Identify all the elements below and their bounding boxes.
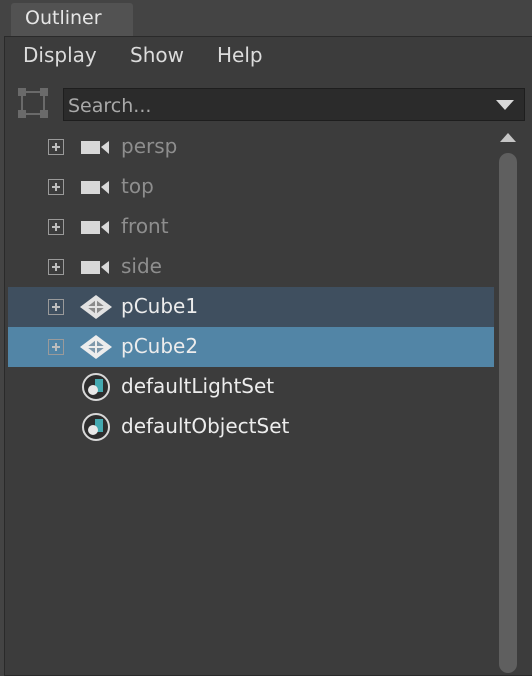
tree-row-front[interactable]: front (8, 207, 494, 247)
tree-row-pcube1[interactable]: pCube1 (8, 287, 494, 327)
mesh-icon (80, 335, 112, 359)
tree-label: defaultObjectSet (121, 414, 290, 438)
tree-row-top[interactable]: top (8, 167, 494, 207)
filter-icon[interactable] (17, 87, 49, 119)
set-icon (82, 413, 110, 441)
search-dropdown-icon[interactable] (496, 100, 514, 110)
tree-row-pcube2[interactable]: pCube2 (8, 327, 494, 367)
set-icon (82, 373, 110, 401)
expand-icon[interactable] (48, 179, 64, 195)
tree-label: defaultLightSet (121, 374, 275, 398)
outliner-panel: Display Show Help persp top (4, 36, 532, 676)
camera-icon (81, 141, 109, 154)
tab-outliner[interactable]: Outliner (11, 3, 133, 36)
search-box (63, 88, 525, 122)
camera-icon (81, 221, 109, 234)
tree-label: pCube1 (121, 294, 199, 318)
scroll-thumb[interactable] (499, 153, 517, 673)
tree-label: pCube2 (121, 334, 199, 358)
tree-row-persp[interactable]: persp (8, 127, 494, 167)
tree-label: front (121, 214, 169, 238)
tree-label: persp (121, 134, 178, 158)
menu-help[interactable]: Help (217, 43, 263, 67)
scroll-up-icon[interactable] (500, 133, 516, 142)
outliner-tree: persp top front side pCube1 pCube2 defau… (8, 127, 494, 447)
tree-label: top (121, 174, 154, 198)
expand-icon[interactable] (48, 259, 64, 275)
menu-display[interactable]: Display (23, 43, 97, 67)
tree-label: side (121, 254, 162, 278)
search-input[interactable] (64, 89, 490, 122)
camera-icon (81, 261, 109, 274)
menu-show[interactable]: Show (130, 43, 184, 67)
menu-bar: Display Show Help (5, 37, 532, 77)
mesh-icon (80, 295, 112, 319)
tree-row-defaultlightset[interactable]: defaultLightSet (8, 367, 494, 407)
expand-icon[interactable] (48, 139, 64, 155)
tree-row-side[interactable]: side (8, 247, 494, 287)
expand-icon[interactable] (48, 339, 64, 355)
camera-icon (81, 181, 109, 194)
expand-icon[interactable] (48, 299, 64, 315)
expand-icon[interactable] (48, 219, 64, 235)
tree-row-defaultobjectset[interactable]: defaultObjectSet (8, 407, 494, 447)
tab-bar: Outliner (0, 0, 532, 36)
vertical-scrollbar[interactable] (499, 133, 517, 673)
